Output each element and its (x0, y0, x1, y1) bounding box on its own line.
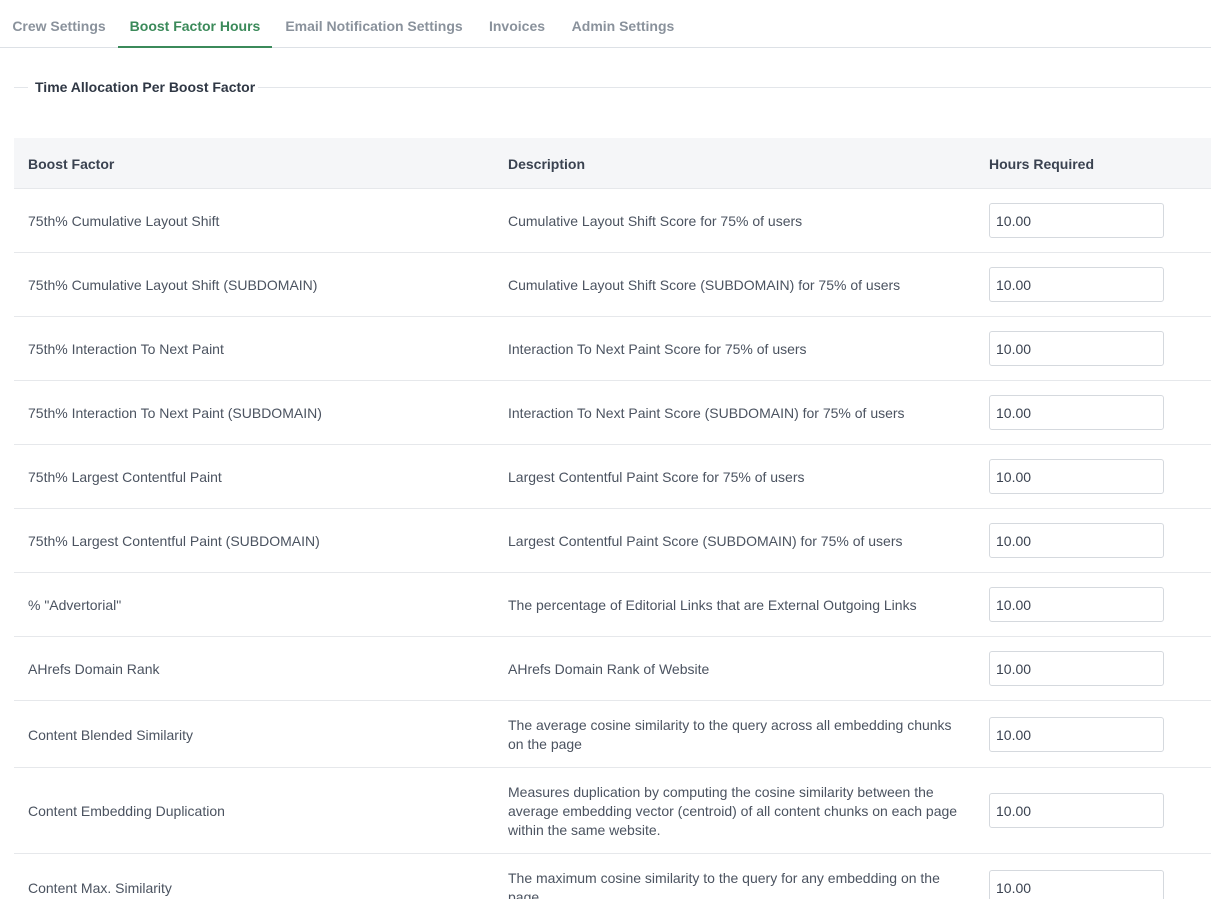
section-legend: Time Allocation Per Boost Factor (35, 79, 256, 95)
hours-required-input[interactable] (989, 331, 1164, 366)
hours-required-input[interactable] (989, 459, 1164, 494)
header-hours-required: Hours Required (989, 156, 1095, 172)
hours-required-input[interactable] (989, 267, 1164, 302)
tab-crew-settings[interactable]: Crew Settings (0, 0, 118, 48)
table-row: % "Advertorial" The percentage of Editor… (14, 572, 1211, 636)
boost-factor-name: 75th% Largest Contentful Paint (SUBDOMAI… (28, 533, 320, 549)
hours-required-input[interactable] (989, 793, 1164, 828)
boost-factor-table: Boost Factor Description Hours Required … (14, 138, 1211, 899)
table-row: Content Max. Similarity The maximum cosi… (14, 853, 1211, 899)
table-header: Boost Factor Description Hours Required (14, 138, 1211, 188)
table-row: 75th% Cumulative Layout Shift Cumulative… (14, 188, 1211, 252)
table-row: 75th% Cumulative Layout Shift (SUBDOMAIN… (14, 252, 1211, 316)
hours-required-input[interactable] (989, 523, 1164, 558)
table-row: 75th% Interaction To Next Paint Interact… (14, 316, 1211, 380)
boost-factor-description: Cumulative Layout Shift Score (SUBDOMAIN… (508, 277, 901, 293)
tab-invoices[interactable]: Invoices (476, 0, 558, 48)
settings-tabs: Crew Settings Boost Factor Hours Email N… (0, 0, 1211, 48)
boost-factor-name: Content Blended Similarity (28, 727, 193, 743)
boost-factor-description: The average cosine similarity to the que… (508, 717, 952, 752)
hours-required-input[interactable] (989, 870, 1164, 899)
tab-admin-settings[interactable]: Admin Settings (558, 0, 688, 48)
header-boost-factor: Boost Factor (28, 156, 115, 172)
fieldset-border-left (14, 87, 28, 88)
table-row: 75th% Largest Contentful Paint (SUBDOMAI… (14, 508, 1211, 572)
boost-factor-description: Interaction To Next Paint Score for 75% … (508, 341, 807, 357)
boost-factor-name: 75th% Largest Contentful Paint (28, 469, 222, 485)
boost-factor-name: 75th% Interaction To Next Paint (SUBDOMA… (28, 405, 322, 421)
tab-boost-factor-hours[interactable]: Boost Factor Hours (118, 0, 272, 48)
boost-factor-description: Interaction To Next Paint Score (SUBDOMA… (508, 405, 905, 421)
hours-required-input[interactable] (989, 203, 1164, 238)
boost-factor-name: 75th% Cumulative Layout Shift (SUBDOMAIN… (28, 277, 318, 293)
hours-required-input[interactable] (989, 395, 1164, 430)
table-row: 75th% Interaction To Next Paint (SUBDOMA… (14, 380, 1211, 444)
hours-required-input[interactable] (989, 587, 1164, 622)
header-description: Description (508, 156, 586, 172)
boost-factor-name: 75th% Interaction To Next Paint (28, 341, 224, 357)
boost-factor-name: 75th% Cumulative Layout Shift (28, 213, 220, 229)
hours-required-input[interactable] (989, 651, 1164, 686)
boost-factor-name: Content Embedding Duplication (28, 803, 225, 819)
boost-factor-name: % "Advertorial" (28, 597, 122, 613)
boost-factor-name: Content Max. Similarity (28, 880, 172, 896)
fieldset-border-right (258, 87, 1211, 88)
table-row: AHrefs Domain Rank AHrefs Domain Rank of… (14, 636, 1211, 700)
table-row: Content Blended Similarity The average c… (14, 700, 1211, 767)
boost-factor-name: AHrefs Domain Rank (28, 661, 160, 677)
hours-required-input[interactable] (989, 717, 1164, 752)
boost-factor-description: Largest Contentful Paint Score for 75% o… (508, 469, 805, 485)
boost-factor-description: The maximum cosine similarity to the que… (508, 870, 940, 899)
tab-email-notification-settings[interactable]: Email Notification Settings (272, 0, 476, 48)
table-row: 75th% Largest Contentful Paint Largest C… (14, 444, 1211, 508)
boost-factor-description: The percentage of Editorial Links that a… (508, 597, 917, 613)
boost-factor-description: AHrefs Domain Rank of Website (508, 661, 710, 677)
boost-factor-description: Cumulative Layout Shift Score for 75% of… (508, 213, 803, 229)
boost-factor-description: Measures duplication by computing the co… (508, 784, 958, 838)
table-row: Content Embedding Duplication Measures d… (14, 767, 1211, 853)
boost-factor-description: Largest Contentful Paint Score (SUBDOMAI… (508, 533, 903, 549)
